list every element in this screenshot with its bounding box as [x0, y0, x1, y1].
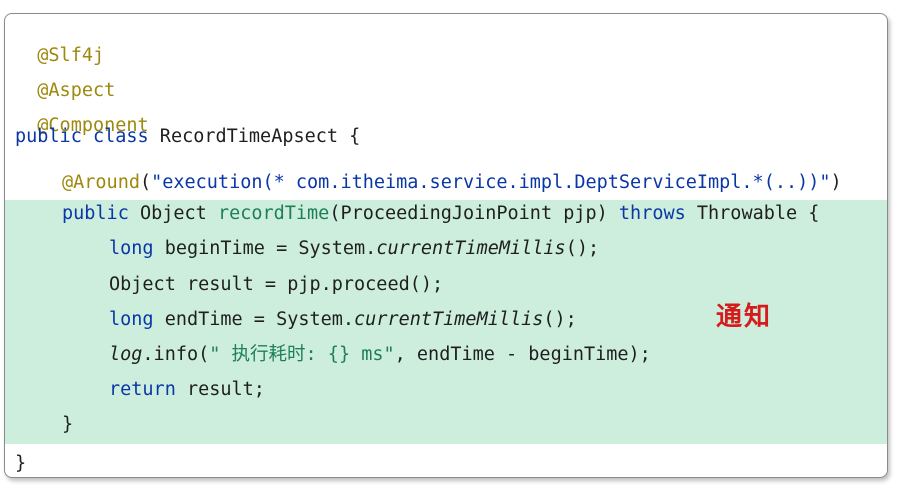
keyword-long: long [109, 309, 154, 330]
log-message-string: " 执行耗时: {} ms" [209, 344, 395, 365]
log-field: log [109, 344, 143, 365]
class-declaration: RecordTimeApsect { [148, 126, 361, 147]
keyword-public: public [15, 126, 82, 147]
class-close-brace: } [15, 453, 27, 474]
log-info-call: .info( [142, 344, 210, 365]
pointcut-expression: "execution(* com.itheima.service.impl.De… [151, 172, 831, 193]
begin-time-assign: beginTime = System. [153, 238, 377, 259]
keyword-throws: throws [618, 203, 686, 224]
code-line-13: } [15, 452, 26, 476]
code-line-7: long beginTime = System.currentTimeMilli… [15, 237, 599, 261]
code-line-8: Object result = pjp.proceed(); [15, 273, 443, 297]
code-line-6: public Object recordTime(ProceedingJoinP… [15, 202, 819, 226]
call-end: (); [565, 238, 600, 259]
code-line-4: public class RecordTimeApsect { [15, 125, 360, 149]
call-end: (); [543, 309, 577, 330]
current-time-call: currentTimeMillis [376, 238, 566, 259]
code-line-10: log.info(" 执行耗时: {} ms", endTime - begin… [15, 343, 651, 367]
keyword-class: class [92, 126, 149, 147]
code-line-9: long endTime = System.currentTimeMillis(… [15, 308, 577, 332]
end-time-assign: endTime = System. [153, 309, 355, 330]
keyword-public: public [62, 203, 129, 224]
return-type: Object [128, 203, 218, 224]
keyword-long: long [109, 238, 154, 259]
paren-open: ( [139, 172, 152, 193]
code-line-12: } [15, 413, 73, 437]
paren-close: ) [830, 172, 842, 193]
return-value: result; [175, 379, 265, 400]
annotation-around: @Around [62, 172, 140, 193]
proceed-statement: Object result = pjp.proceed(); [109, 274, 444, 295]
log-args: , endTime - beginTime); [394, 344, 651, 365]
method-close-brace: } [62, 414, 74, 435]
method-name: recordTime [217, 203, 330, 224]
code-line-11: return result; [15, 378, 265, 402]
throws-type: Throwable { [685, 203, 820, 224]
code-line-5: @Around("execution(* com.itheima.service… [15, 171, 842, 195]
advice-label: 通知 [716, 302, 773, 332]
keyword-return: return [109, 379, 176, 400]
method-params: (ProceedingJoinPoint pjp) [329, 203, 619, 224]
current-time-call: currentTimeMillis [354, 309, 544, 330]
